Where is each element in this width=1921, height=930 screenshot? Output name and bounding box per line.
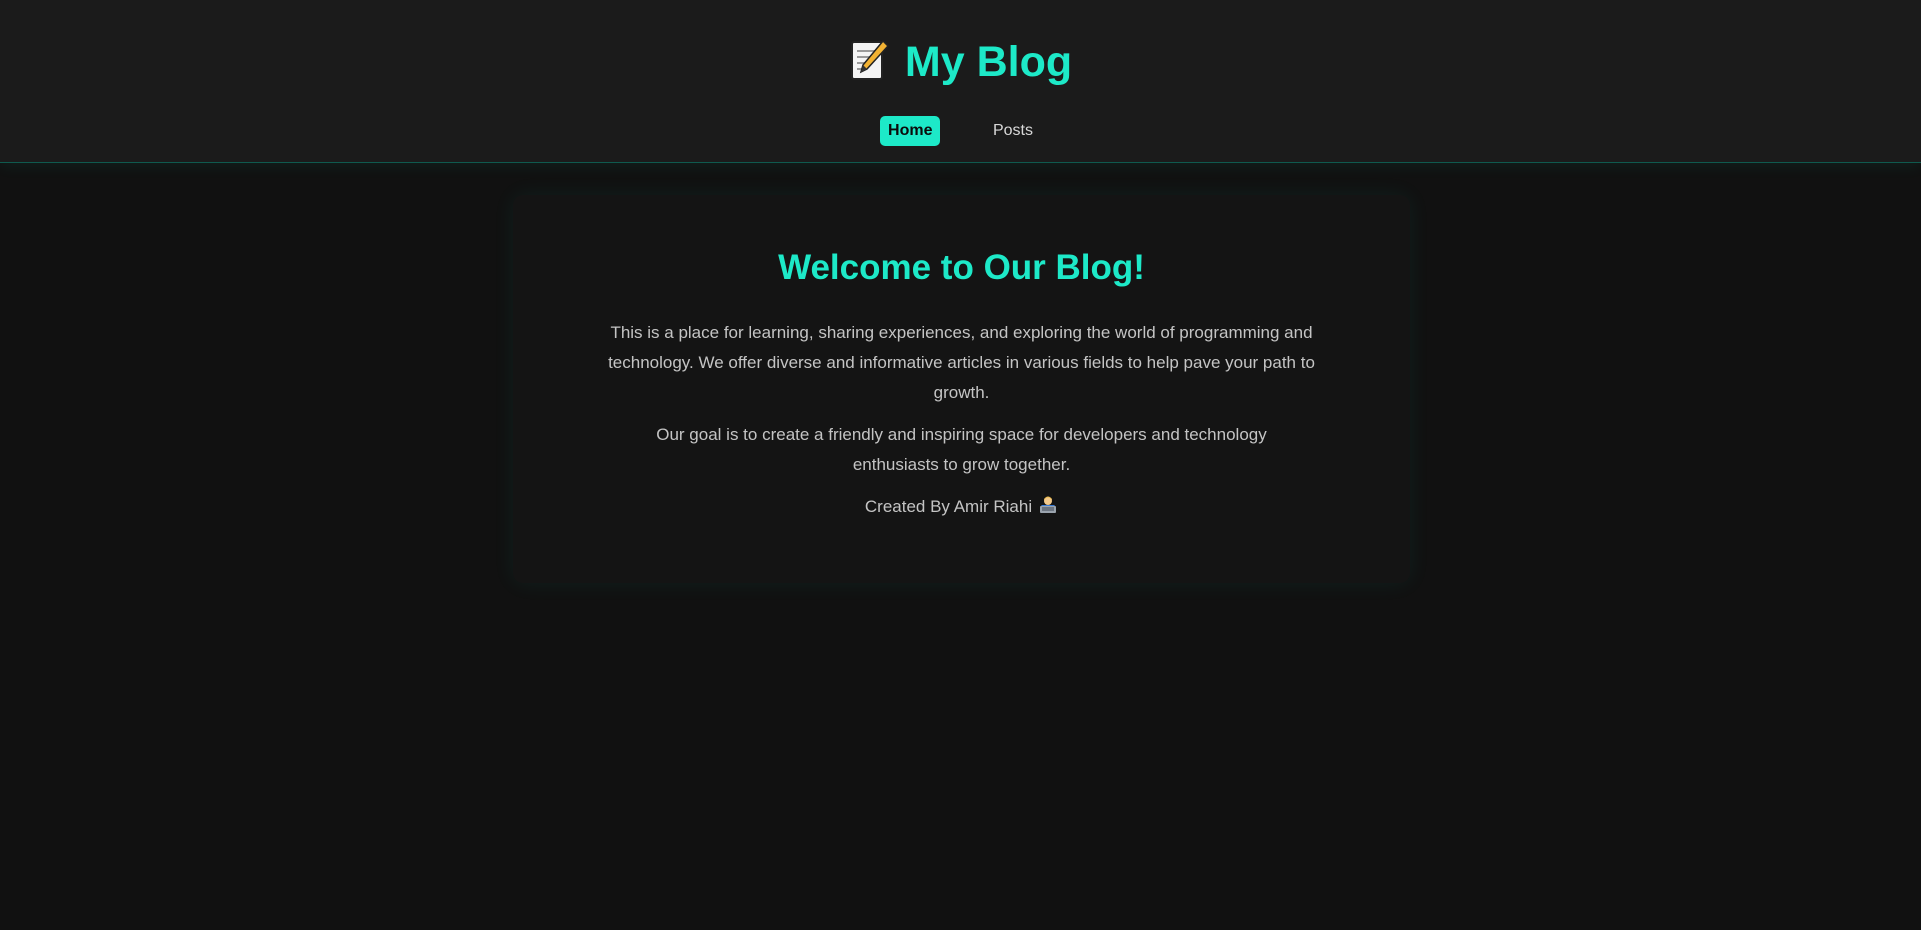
nav-posts-link[interactable]: Posts [985, 116, 1041, 146]
welcome-card: Welcome to Our Blog! This is a place for… [513, 195, 1410, 583]
credit-line: Created By Amir Riahi [513, 492, 1410, 522]
technologist-icon [1040, 496, 1057, 513]
site-header: My Blog Home Posts [0, 0, 1921, 163]
site-title: My Blog [0, 36, 1921, 88]
credit-text: Created By Amir Riahi [864, 497, 1033, 516]
memo-icon [850, 39, 889, 80]
nav-home-link[interactable]: Home [880, 116, 941, 146]
intro-paragraph: This is a place for learning, sharing ex… [608, 323, 1315, 402]
goal-paragraph: Our goal is to create a friendly and ins… [656, 425, 1267, 474]
main-nav: Home Posts [0, 116, 1921, 146]
welcome-heading: Welcome to Our Blog! [778, 248, 1145, 287]
site-title-text: My Blog [904, 38, 1073, 86]
